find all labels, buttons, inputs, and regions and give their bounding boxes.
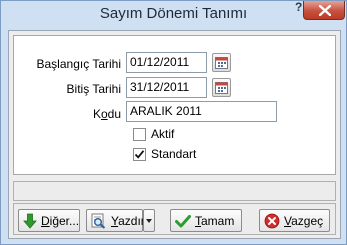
print-button-label: azdır	[118, 214, 145, 228]
code-label-prefix: K	[92, 107, 101, 121]
ok-button[interactable]: Tamam	[170, 209, 242, 232]
check-icon	[134, 150, 145, 159]
calendar-icon	[215, 57, 228, 69]
close-button[interactable]	[303, 1, 345, 20]
cancel-icon	[264, 213, 280, 229]
form-panel: Başlangıç Tarihi 01/12/2011 Bitiş Tarihi…	[13, 35, 336, 175]
close-icon	[319, 5, 331, 16]
arrow-down-icon	[23, 213, 37, 229]
aktif-label: Aktif	[151, 127, 175, 141]
end-date-calendar-button[interactable]	[212, 78, 231, 97]
code-label-suffix: du	[107, 107, 121, 121]
print-button[interactable]: Yazdır	[86, 209, 145, 232]
other-button-access-key: D	[41, 214, 50, 228]
cancel-button[interactable]: Vazgeç	[259, 209, 330, 232]
standart-checkbox[interactable]	[133, 148, 146, 161]
dialog-window: Sayım Dönemi Tanımı ? Başlangıç Tarihi 0…	[0, 0, 347, 245]
start-date-calendar-button[interactable]	[212, 53, 231, 72]
status-strip	[13, 181, 336, 201]
other-button-label: iğer...	[49, 214, 80, 228]
code-label-access-key: o	[100, 107, 108, 121]
cancel-button-label: azgeç	[291, 214, 324, 228]
button-toolbar: Diğer... Yazdır Tamam Vazgeç	[13, 203, 336, 235]
end-date-input[interactable]: 31/12/2011	[126, 77, 207, 98]
dialog-client-area: Başlangıç Tarihi 01/12/2011 Bitiş Tarihi…	[8, 30, 341, 239]
ok-button-label: amam	[201, 214, 235, 228]
print-dropdown-button[interactable]	[143, 209, 155, 232]
standart-label: Standart	[151, 147, 197, 161]
title-bar: Sayım Dönemi Tanımı ?	[1, 1, 346, 31]
code-label: Kodu	[24, 107, 121, 121]
aktif-checkbox[interactable]	[133, 128, 146, 141]
print-preview-icon	[91, 213, 106, 229]
other-button[interactable]: Diğer...	[18, 209, 80, 232]
start-date-label: Başlangıç Tarihi	[36, 57, 122, 71]
code-input[interactable]: ARALIK 2011	[126, 101, 277, 122]
start-date-input[interactable]: 01/12/2011	[126, 52, 207, 73]
check-icon	[175, 215, 191, 228]
end-date-label: Bitiş Tarihi	[66, 82, 121, 96]
calendar-icon	[215, 82, 228, 94]
